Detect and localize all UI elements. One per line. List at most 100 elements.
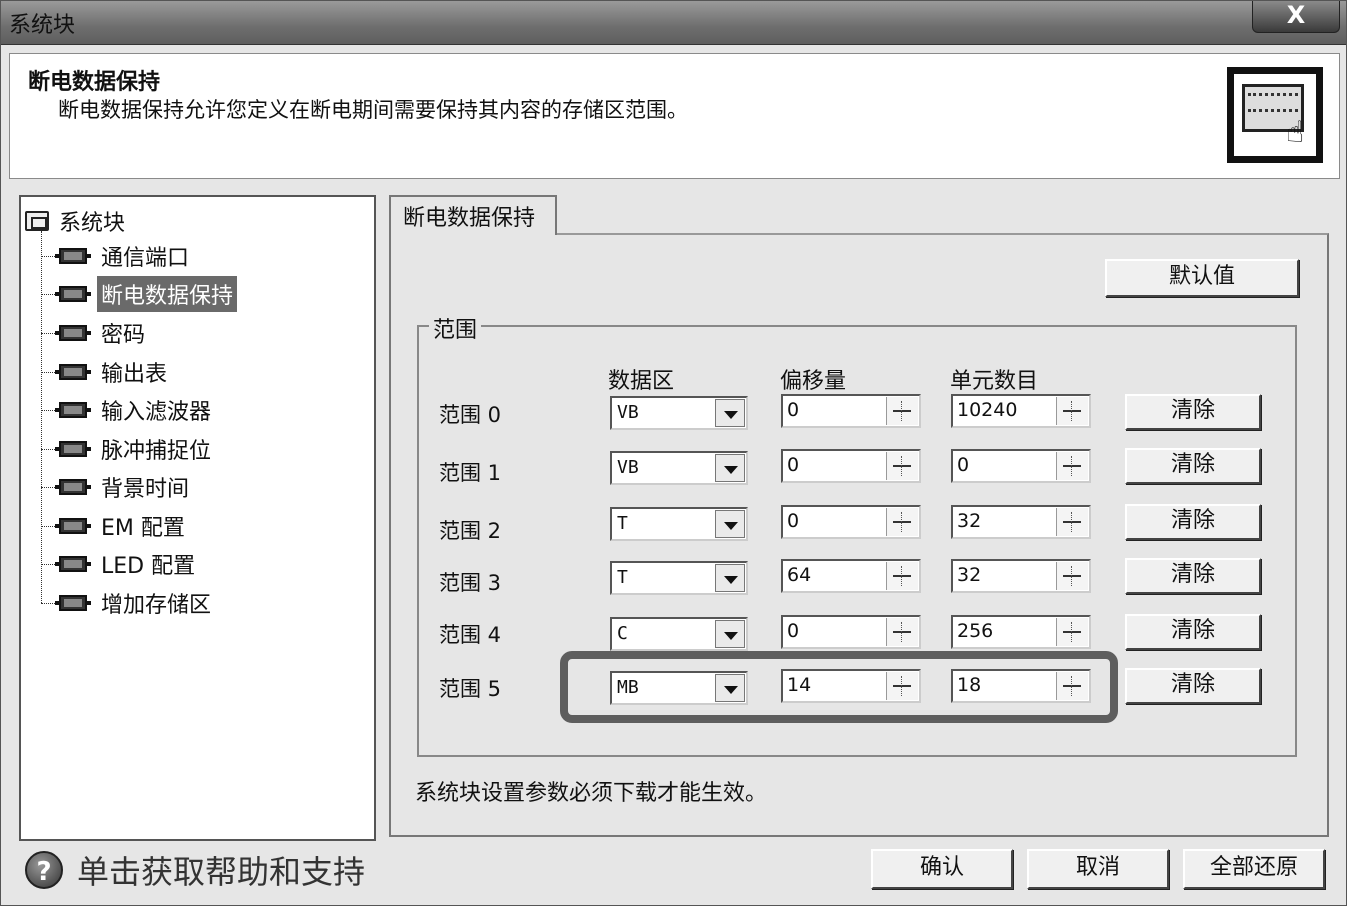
tree-item-background-time[interactable]: 背景时间 <box>41 470 193 504</box>
module-icon <box>55 364 91 380</box>
offset-spinbox[interactable]: 0 <box>781 505 921 539</box>
restore-all-button[interactable]: 全部还原 <box>1183 849 1325 889</box>
module-icon <box>55 556 91 572</box>
spin-buttons-icon[interactable] <box>1056 452 1088 480</box>
offset-value: 0 <box>787 620 800 642</box>
tree-item-label: 增加存储区 <box>101 593 212 618</box>
count-spinbox[interactable]: 10240 <box>951 394 1091 428</box>
offset-spinbox[interactable]: 64 <box>781 559 921 593</box>
count-value: 32 <box>957 564 982 586</box>
clear-button[interactable]: 清除 <box>1125 668 1261 704</box>
module-icon <box>55 518 91 534</box>
spin-buttons-icon[interactable] <box>886 618 918 646</box>
offset-spinbox[interactable]: 0 <box>781 449 921 483</box>
spin-buttons-icon[interactable] <box>1056 562 1088 590</box>
ok-button[interactable]: 确认 <box>871 849 1013 889</box>
range-row-label: 范围 3 <box>439 571 502 595</box>
dropdown-arrow-icon[interactable] <box>715 510 745 538</box>
clear-button[interactable]: 清除 <box>1125 504 1261 540</box>
tree-item-comm-port[interactable]: 通信端口 <box>41 239 193 273</box>
count-spinbox[interactable]: 32 <box>951 505 1091 539</box>
spin-buttons-icon[interactable] <box>886 397 918 425</box>
question-icon[interactable]: ? <box>25 851 63 889</box>
clear-button[interactable]: 清除 <box>1125 448 1261 484</box>
tree-item-retentive-ranges[interactable]: 断电数据保持 <box>41 276 238 312</box>
data-area-select[interactable]: VB <box>610 396 748 430</box>
offset-value: 0 <box>787 454 800 476</box>
module-icon <box>55 402 91 418</box>
count-value: 10240 <box>957 399 1018 421</box>
tab-retentive-ranges[interactable]: 断电数据保持 <box>389 195 557 235</box>
range-row-label: 范围 0 <box>439 403 502 427</box>
tree-item-label: 密码 <box>101 323 146 348</box>
help-label[interactable]: 单击获取帮助和支持 <box>77 847 365 893</box>
system-block-dialog: 系统块 X 断电数据保持 断电数据保持允许您定义在断电期间需要保持其内容的存储区… <box>0 0 1347 906</box>
tree-item-em-config[interactable]: EM 配置 <box>41 509 189 543</box>
tree-item-label: 断电数据保持 <box>97 276 238 312</box>
clear-button[interactable]: 清除 <box>1125 394 1261 430</box>
count-value: 32 <box>957 510 982 532</box>
spin-buttons-icon[interactable] <box>1056 508 1088 536</box>
clear-button[interactable]: 清除 <box>1125 558 1261 594</box>
navigation-tree: 系统块 通信端口 断电数据保持 密码 输出表 输入滤波器 脉冲捕捉位 背景时间 … <box>19 195 376 841</box>
dropdown-arrow-icon[interactable] <box>715 399 745 427</box>
offset-spinbox[interactable]: 0 <box>781 394 921 428</box>
offset-value: 0 <box>787 510 800 532</box>
column-header-data-area: 数据区 <box>608 369 675 394</box>
tree-item-label: 输出表 <box>101 362 168 387</box>
tree-root-label: 系统块 <box>59 211 126 236</box>
dropdown-arrow-icon[interactable] <box>715 620 745 648</box>
offset-value: 64 <box>787 564 812 586</box>
offset-spinbox[interactable]: 0 <box>781 615 921 649</box>
module-icon <box>55 248 91 264</box>
tree-item-led-config[interactable]: LED 配置 <box>41 547 199 581</box>
help-link[interactable]: ? 单击获取帮助和支持 <box>25 847 365 893</box>
tree-item-label: LED 配置 <box>101 554 196 579</box>
system-block-folder-icon <box>25 211 49 231</box>
cancel-button[interactable]: 取消 <box>1027 849 1169 889</box>
data-area-select[interactable]: T <box>610 507 748 541</box>
tree-item-input-filters[interactable]: 输入滤波器 <box>41 393 215 427</box>
module-icon <box>55 286 91 302</box>
module-icon <box>55 479 91 495</box>
tree-item-label: 通信端口 <box>101 246 190 271</box>
download-note: 系统块设置参数必须下载才能生效。 <box>415 781 768 806</box>
window-title: 系统块 <box>9 13 76 38</box>
tree-item-label: 输入滤波器 <box>101 400 212 425</box>
tree-item-output-table[interactable]: 输出表 <box>41 355 171 389</box>
header-title: 断电数据保持 <box>28 70 161 95</box>
ranges-group-label: 范围 <box>429 312 482 344</box>
tree-item-password[interactable]: 密码 <box>41 316 149 350</box>
column-header-count: 单元数目 <box>950 369 1039 394</box>
data-area-value: T <box>617 513 628 534</box>
tree-item-increase-memory[interactable]: 增加存储区 <box>41 586 215 620</box>
system-block-icon: ☝ <box>1227 67 1323 163</box>
dropdown-arrow-icon[interactable] <box>715 454 745 482</box>
spin-buttons-icon[interactable] <box>886 508 918 536</box>
count-value: 0 <box>957 454 970 476</box>
spin-buttons-icon[interactable] <box>1056 618 1088 646</box>
title-bar[interactable]: 系统块 X <box>1 1 1346 45</box>
tree-root[interactable]: 系统块 <box>25 205 125 237</box>
clear-button[interactable]: 清除 <box>1125 614 1261 650</box>
data-area-select[interactable]: T <box>610 561 748 595</box>
data-area-select[interactable]: VB <box>610 451 748 485</box>
data-area-select[interactable]: C <box>610 617 748 651</box>
close-button[interactable]: X <box>1252 1 1340 33</box>
tree-item-label: 背景时间 <box>101 477 190 502</box>
spin-buttons-icon[interactable] <box>886 562 918 590</box>
count-spinbox[interactable]: 0 <box>951 449 1091 483</box>
count-spinbox[interactable]: 32 <box>951 559 1091 593</box>
spin-buttons-icon[interactable] <box>886 452 918 480</box>
range-row-label: 范围 5 <box>439 677 502 701</box>
tree-item-pulse-catch[interactable]: 脉冲捕捉位 <box>41 432 215 466</box>
default-values-button[interactable]: 默认值 <box>1105 259 1299 297</box>
spin-buttons-icon[interactable] <box>1056 397 1088 425</box>
header-description: 断电数据保持允许您定义在断电期间需要保持其内容的存储区范围。 <box>58 98 688 122</box>
count-spinbox[interactable]: 256 <box>951 615 1091 649</box>
dropdown-arrow-icon[interactable] <box>715 564 745 592</box>
range-row-label: 范围 2 <box>439 519 502 543</box>
count-value: 256 <box>957 620 994 642</box>
data-area-value: C <box>617 623 628 644</box>
data-area-value: VB <box>617 402 639 423</box>
